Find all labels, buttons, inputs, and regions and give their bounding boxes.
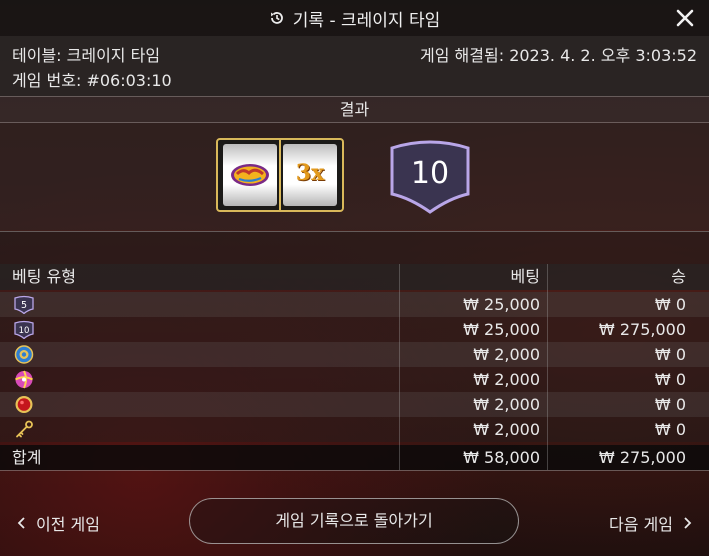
next-game-button[interactable]: 다음 게임 — [609, 511, 693, 535]
slot-divider — [279, 140, 281, 210]
wheel-result-number: 10 — [410, 156, 450, 191]
total-bet: ₩ 58,000 — [463, 448, 540, 467]
row-bet: ₩ 2,000 — [473, 420, 540, 439]
game-number: 게임 번호: #06:03:10 — [12, 71, 172, 90]
divider — [0, 470, 709, 471]
table-total-row: 합계 ₩ 58,000 ₩ 275,000 — [0, 445, 709, 470]
close-icon[interactable] — [673, 6, 697, 30]
number-5-icon: 5 — [14, 295, 34, 314]
chevron-right-icon — [684, 517, 692, 529]
chevron-left-icon — [17, 517, 25, 529]
column-divider — [399, 264, 400, 470]
number-10-icon: 10 — [14, 320, 34, 339]
footer-navigation: 이전 게임 게임 기록으로 돌아가기 다음 게임 — [0, 490, 709, 556]
divider — [0, 231, 709, 232]
header-bet-type: 베팅 유형 — [12, 267, 76, 286]
slot-multiplier: 3x — [295, 160, 325, 186]
spacer-band — [0, 231, 709, 264]
window-title-bar: 기록 - 크레이지 타임 — [0, 0, 709, 36]
row-bet: ₩ 2,000 — [473, 370, 540, 389]
crazy-time-logo-icon — [231, 164, 269, 186]
back-to-history-button[interactable]: 게임 기록으로 돌아가기 — [189, 498, 519, 544]
number-5-icon-label: 5 — [21, 300, 27, 311]
game-resolved-time: 게임 해결됨: 2023. 4. 2. 오후 3:03:52 — [420, 46, 697, 65]
row-win: ₩ 275,000 — [598, 320, 686, 339]
row-bet: ₩ 25,000 — [463, 295, 540, 314]
game-info-panel: 테이블: 크레이지 타임 게임 번호: #06:03:10 게임 해결됨: 20… — [0, 36, 709, 96]
number-10-icon-label: 10 — [19, 326, 30, 336]
table-row: ₩ 2,000 ₩ 0 — [0, 342, 709, 367]
pachinko-icon — [15, 370, 33, 389]
next-game-label: 다음 게임 — [609, 515, 673, 534]
table-name: 테이블: 크레이지 타임 — [12, 46, 161, 65]
header-win: 승 — [671, 267, 686, 286]
total-label: 합계 — [12, 448, 42, 467]
result-heading: 결과 — [0, 97, 709, 122]
header-bet: 베팅 — [510, 267, 540, 286]
row-bet: ₩ 25,000 — [463, 320, 540, 339]
row-bet: ₩ 2,000 — [473, 395, 540, 414]
table-row: ₩ 2,000 ₩ 0 — [0, 367, 709, 392]
slot-reel-left — [223, 144, 277, 206]
table-header-row: 베팅 유형 베팅 승 — [0, 264, 709, 290]
column-divider — [547, 264, 548, 470]
table-row: 5 ₩ 25,000 ₩ 0 — [0, 292, 709, 317]
row-win: ₩ 0 — [654, 345, 686, 364]
table-row: ₩ 2,000 ₩ 0 — [0, 392, 709, 417]
total-win: ₩ 275,000 — [598, 448, 686, 467]
cash-hunt-icon — [15, 396, 33, 413]
row-win: ₩ 0 — [654, 370, 686, 389]
history-icon — [270, 12, 283, 24]
slot-reel-right: 3x — [283, 144, 337, 206]
top-slot-result: 3x — [216, 138, 344, 212]
row-bet: ₩ 2,000 — [473, 345, 540, 364]
coin-flip-icon — [14, 345, 34, 364]
window-title: 기록 - 크레이지 타임 — [292, 10, 441, 31]
table-row: ₩ 2,000 ₩ 0 — [0, 417, 709, 442]
row-win: ₩ 0 — [654, 420, 686, 439]
result-area — [0, 123, 709, 230]
previous-game-button[interactable]: 이전 게임 — [16, 511, 100, 535]
previous-game-label: 이전 게임 — [36, 515, 100, 534]
wheel-result-badge: 10 — [388, 138, 472, 214]
row-win: ₩ 0 — [654, 295, 686, 314]
row-win: ₩ 0 — [654, 395, 686, 414]
table-row: 10 ₩ 25,000 ₩ 275,000 — [0, 317, 709, 342]
key-icon — [16, 420, 33, 438]
